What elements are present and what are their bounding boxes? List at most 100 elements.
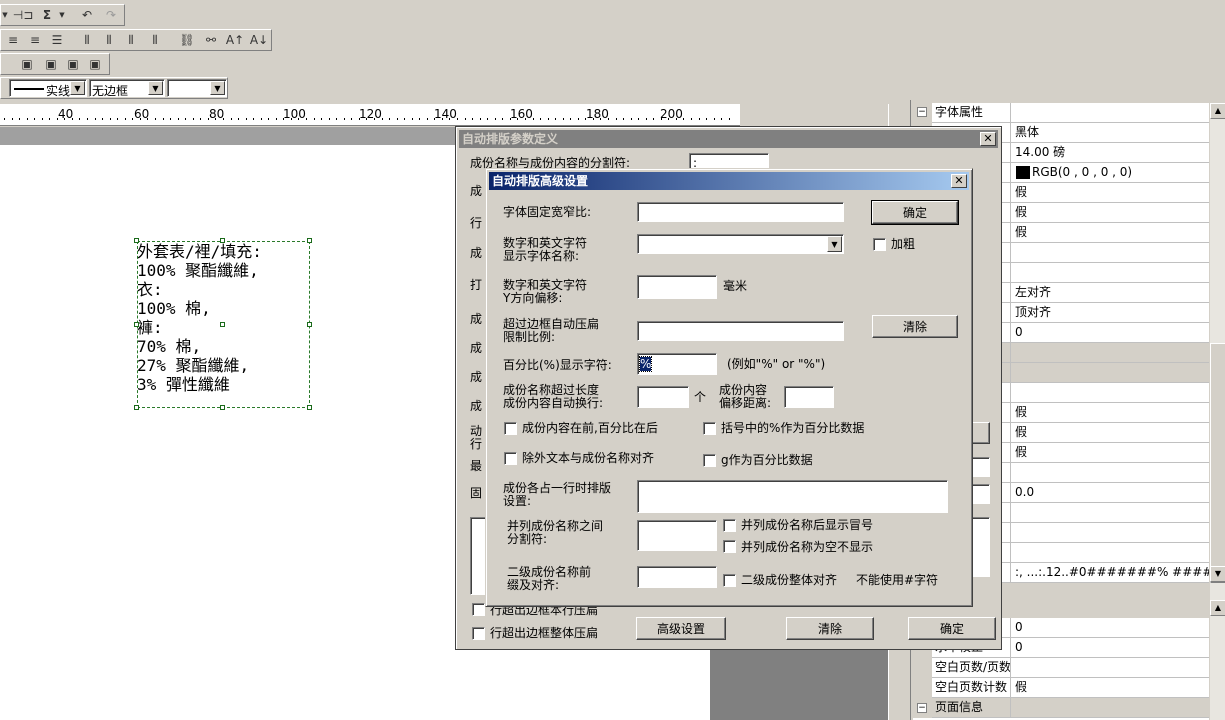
property-value[interactable]	[1012, 698, 1209, 717]
sum-icon[interactable]: Σ	[37, 5, 57, 25]
align-right-icon[interactable]: ≡	[25, 30, 45, 50]
second-level-input[interactable]	[637, 566, 717, 588]
redo-icon[interactable]: ↷	[101, 5, 121, 25]
bold-checkbox[interactable]	[873, 238, 886, 251]
resize-handle[interactable]	[134, 405, 139, 410]
scroll-thumb[interactable]	[1210, 343, 1225, 583]
resize-handle[interactable]	[220, 238, 225, 243]
property-value[interactable]: 14.00 磅	[1012, 143, 1209, 162]
align-center-icon[interactable]: ≡	[3, 30, 23, 50]
property-value[interactable]	[1012, 383, 1209, 402]
dropdown-arrow-icon[interactable]: ▼	[1, 5, 9, 25]
clear-button[interactable]: 清除	[872, 315, 958, 338]
property-value[interactable]	[1012, 343, 1209, 362]
g-percent-checkbox[interactable]	[703, 454, 716, 467]
back-clear-button[interactable]: 清除	[786, 617, 874, 640]
property-row[interactable]: 页面信息	[913, 698, 1209, 718]
compress-input[interactable]	[637, 321, 844, 341]
property-value[interactable]	[1012, 658, 1209, 677]
parallel-sep-input[interactable]	[637, 520, 717, 551]
resize-handle[interactable]	[134, 238, 139, 243]
property-value[interactable]: 假	[1012, 423, 1209, 442]
property-vscroll[interactable]: ▲ ▼ ▲	[1210, 103, 1225, 720]
property-value[interactable]	[1012, 263, 1209, 282]
property-value[interactable]: 0	[1012, 618, 1209, 637]
layer-4-icon[interactable]: ▣	[85, 54, 105, 74]
property-value[interactable]	[1012, 243, 1209, 262]
back-ok-button[interactable]: 确定	[908, 617, 996, 640]
sum-dropdown-icon[interactable]: ▼	[57, 5, 67, 25]
advanced-settings-button[interactable]: 高级设置	[636, 617, 726, 640]
font-ratio-input[interactable]	[637, 202, 844, 222]
line-style-combo[interactable]: 实线 ▼	[9, 79, 87, 98]
collapse-icon[interactable]: −	[917, 107, 927, 117]
property-value[interactable]	[1012, 363, 1209, 382]
second-align-checkbox[interactable]	[723, 574, 736, 587]
property-value[interactable]: 假	[1012, 223, 1209, 242]
property-value[interactable]: 假	[1012, 403, 1209, 422]
link-icon[interactable]: ⛓	[177, 30, 197, 50]
property-value[interactable]: 0	[1012, 323, 1209, 342]
property-value[interactable]: 0	[1012, 638, 1209, 657]
chevron-down-icon[interactable]: ▼	[210, 81, 225, 95]
undo-icon[interactable]: ↶	[77, 5, 97, 25]
resize-handle[interactable]	[307, 405, 312, 410]
property-value[interactable]	[1012, 543, 1209, 562]
collapse-icon[interactable]: −	[917, 703, 927, 713]
chevron-down-icon[interactable]: ▼	[827, 236, 842, 252]
indent-input[interactable]	[784, 386, 834, 408]
distribute-1-icon[interactable]: ⦀	[77, 30, 97, 50]
close-icon[interactable]: ✕	[980, 132, 996, 146]
property-value[interactable]: 左对齐	[1012, 283, 1209, 302]
property-value[interactable]: :, ...:.12..#0#######% ####0##0###	[1012, 563, 1209, 582]
font-up-icon[interactable]: A↑	[225, 30, 245, 50]
resize-handle[interactable]	[134, 322, 139, 327]
close-icon[interactable]: ✕	[951, 174, 967, 188]
property-value[interactable]	[1012, 523, 1209, 542]
pin-icon[interactable]: ⊣⊐	[13, 5, 34, 25]
align-text-checkbox[interactable]	[504, 452, 517, 465]
property-value[interactable]: 假	[1012, 183, 1209, 202]
property-value[interactable]: 顶对齐	[1012, 303, 1209, 322]
property-value[interactable]: 假	[1012, 203, 1209, 222]
property-row[interactable]: 空白页数/页数	[913, 658, 1209, 678]
justify-icon[interactable]: ☰	[47, 30, 67, 50]
property-value[interactable]: 黑体	[1012, 123, 1209, 142]
resize-handle[interactable]	[220, 322, 225, 327]
one-line-input[interactable]	[637, 480, 948, 513]
resize-handle[interactable]	[307, 322, 312, 327]
property-value[interactable]	[1012, 463, 1209, 482]
property-value[interactable]: RGB(0 , 0 , 0 , 0)	[1012, 163, 1209, 182]
property-value[interactable]	[1012, 503, 1209, 522]
property-value[interactable]	[1012, 103, 1209, 122]
row-compress-checkbox[interactable]	[472, 603, 485, 616]
property-value[interactable]: 假	[1012, 443, 1209, 462]
whole-compress-checkbox[interactable]	[472, 627, 485, 640]
font-down-icon[interactable]: A↓	[249, 30, 269, 50]
distribute-4-icon[interactable]: ⦀	[145, 30, 165, 50]
scroll-up-button-2[interactable]: ▲	[1210, 600, 1225, 616]
extra-combo[interactable]: ▼	[167, 79, 227, 97]
border-style-combo[interactable]: 无边框 ▼	[89, 79, 165, 98]
distribute-3-icon[interactable]: ⦀	[121, 30, 141, 50]
layer-2-icon[interactable]: ▣	[41, 54, 61, 74]
scroll-up-button[interactable]: ▲	[1210, 103, 1225, 119]
latin-font-select[interactable]: ▼	[637, 234, 844, 254]
resize-handle[interactable]	[307, 238, 312, 243]
layer-3-icon[interactable]: ▣	[63, 54, 83, 74]
content-first-checkbox[interactable]	[504, 422, 517, 435]
distribute-2-icon[interactable]: ⦀	[99, 30, 119, 50]
unlink-icon[interactable]: ⚯	[201, 30, 221, 50]
property-row[interactable]: 空白页数计数假	[913, 678, 1209, 698]
y-offset-input[interactable]	[637, 275, 717, 299]
ok-button[interactable]: 确定	[871, 200, 959, 225]
show-colon-checkbox[interactable]	[723, 519, 736, 532]
chevron-down-icon[interactable]: ▼	[70, 81, 85, 95]
hide-empty-checkbox[interactable]	[723, 540, 736, 553]
percent-input[interactable]: %	[637, 353, 717, 375]
bracket-percent-checkbox[interactable]	[703, 422, 716, 435]
wrap-input[interactable]	[637, 386, 689, 408]
chevron-down-icon[interactable]: ▼	[148, 81, 163, 95]
property-row[interactable]: 字体属性	[913, 103, 1209, 123]
layer-1-icon[interactable]: ▣	[17, 54, 37, 74]
